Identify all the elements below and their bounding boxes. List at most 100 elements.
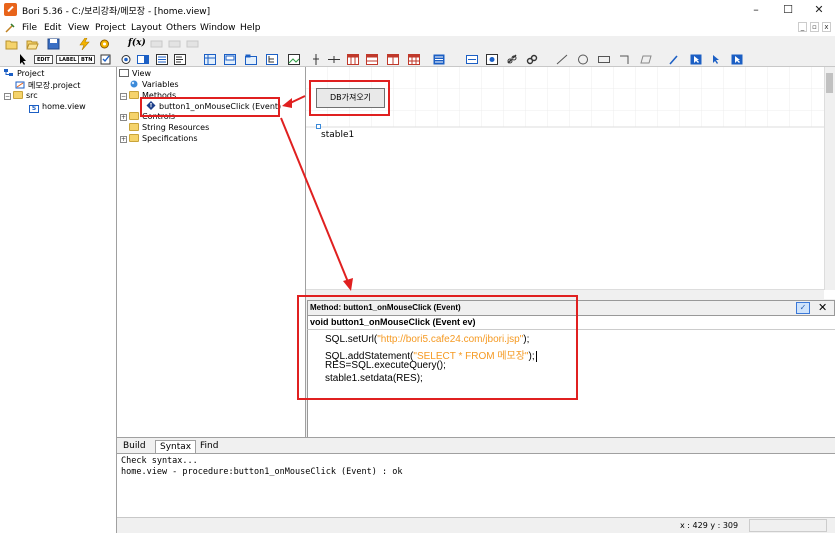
list-tool-icon[interactable] (156, 54, 168, 65)
menu-layout[interactable]: Layout (131, 23, 162, 33)
project-file-node[interactable]: 메모장.project (15, 80, 80, 91)
folder-icon (129, 123, 139, 131)
save-icon[interactable] (47, 38, 60, 50)
mdi-controls: _ ▫ x (795, 22, 831, 32)
radio-tool-icon[interactable] (120, 54, 132, 65)
open-folder-icon[interactable] (26, 38, 39, 50)
menu-bar: File Edit View Project Layout Others Win… (0, 20, 835, 36)
stable1-table[interactable]: stable1 (321, 130, 354, 140)
build-lightning-icon[interactable] (78, 38, 91, 50)
menu-file[interactable]: File (22, 23, 37, 33)
table-grid-icon[interactable] (408, 54, 420, 65)
minimize-button[interactable]: – (740, 0, 772, 20)
project-root-label: Project (17, 69, 45, 78)
specifications-label: Specifications (142, 134, 198, 143)
tab-tool-icon[interactable] (245, 54, 257, 65)
panel-tool-icon[interactable] (224, 54, 236, 65)
menu-project[interactable]: Project (95, 23, 126, 33)
grid-tool-icon[interactable] (204, 54, 216, 65)
close-button[interactable]: ✕ (803, 0, 835, 20)
project-icon (4, 69, 13, 76)
specifications-node[interactable]: + Specifications (120, 134, 198, 143)
annotation-box-code (297, 295, 578, 400)
mdi-minimize-button[interactable]: _ (798, 22, 807, 32)
cursor-select-icon[interactable] (690, 54, 702, 65)
src-folder-node[interactable]: − src (4, 91, 38, 100)
link-tool-icon[interactable] (506, 54, 518, 65)
folder-icon (129, 112, 139, 120)
view-icon (119, 69, 129, 77)
table-col-icon[interactable] (387, 54, 399, 65)
line-tool-icon[interactable] (556, 54, 568, 65)
tab-find[interactable]: Find (196, 440, 222, 454)
pointer-icon[interactable] (17, 54, 29, 65)
checkbox-tool-icon[interactable] (100, 54, 112, 65)
variables-label: Variables (142, 80, 179, 89)
disabled-tool-icon (186, 40, 199, 48)
zoom-select-icon[interactable] (731, 54, 743, 65)
check-syntax-button[interactable]: ✓ (796, 302, 810, 314)
ellipse-tool-icon[interactable] (577, 54, 589, 65)
multi-select-icon[interactable] (710, 54, 722, 65)
expand-toggle-icon[interactable]: + (120, 114, 127, 121)
expand-toggle-icon[interactable]: + (120, 136, 127, 143)
btn-tool-button[interactable]: BTN (78, 55, 96, 64)
menu-others[interactable]: Others (166, 23, 196, 33)
string-resources-node[interactable]: String Resources (129, 123, 209, 132)
window-title: Bori 5.36 - C:/보리강좌/메모장 - [home.view] (22, 7, 211, 17)
link2-tool-icon[interactable] (526, 54, 538, 65)
view-root-node[interactable]: View (119, 69, 151, 78)
function-button[interactable]: f(x) (128, 38, 146, 48)
new-folder-icon[interactable] (5, 38, 18, 50)
corner-line-icon[interactable] (619, 54, 631, 65)
close-method-button[interactable]: ✕ (818, 301, 827, 314)
parallelogram-icon[interactable] (640, 54, 652, 65)
menu-window[interactable]: Window (200, 23, 236, 33)
vertical-split-icon[interactable] (310, 54, 322, 65)
app-menu-icon[interactable] (5, 23, 15, 33)
image-tool-icon[interactable] (288, 54, 300, 65)
rectangle-tool-icon[interactable] (598, 54, 610, 65)
output-console: Check syntax... home.view - procedure:bu… (117, 453, 835, 517)
project-root-node[interactable]: Project (4, 69, 44, 78)
table-row-icon[interactable] (366, 54, 378, 65)
maximize-button[interactable]: ☐ (772, 0, 804, 20)
run-gear-icon[interactable] (98, 38, 111, 50)
menu-edit[interactable]: Edit (44, 23, 61, 33)
menu-view[interactable]: View (68, 23, 89, 33)
mdi-close-button[interactable]: x (822, 22, 831, 32)
horizontal-split-icon[interactable] (328, 54, 340, 65)
src-folder-label: src (26, 91, 38, 100)
collapse-toggle-icon[interactable]: − (4, 93, 11, 100)
table-tool-icon[interactable] (347, 54, 359, 65)
mdi-restore-button[interactable]: ▫ (810, 22, 819, 32)
view-file-node[interactable]: Shome.view (29, 102, 86, 113)
pen-tool-icon[interactable] (668, 54, 680, 65)
table-resize-handle[interactable] (316, 124, 321, 129)
view-file-icon: S (29, 105, 39, 113)
annotation-box-method (140, 97, 280, 117)
view-tree-panel: View Variables − Methods button1_onMouseC… (117, 67, 306, 437)
edit-tool-button[interactable]: EDIT (34, 55, 53, 64)
label-tool-button[interactable]: LABEL (56, 55, 80, 64)
menu-help[interactable]: Help (240, 23, 261, 33)
tab-syntax[interactable]: Syntax (155, 440, 197, 454)
output-line: home.view - procedure:button1_onMouseCli… (121, 467, 403, 477)
db-tool-icon[interactable] (486, 54, 498, 65)
form-tool-icon[interactable] (466, 54, 478, 65)
view-root-label: View (132, 69, 151, 78)
combo-tool-icon[interactable] (137, 54, 149, 65)
tree-tool-icon[interactable] (266, 54, 278, 65)
variables-node[interactable]: Variables (129, 80, 179, 89)
data-table-icon[interactable] (433, 54, 445, 65)
design-vertical-scrollbar[interactable] (824, 67, 835, 290)
tab-build[interactable]: Build (119, 440, 150, 454)
collapse-toggle-icon[interactable]: − (120, 93, 127, 100)
text-area-tool-icon[interactable] (174, 54, 186, 65)
folder-icon (129, 134, 139, 142)
main-toolbar: f(x) (0, 36, 835, 53)
output-line: Check syntax... (121, 456, 198, 466)
vertical-scroll-thumb[interactable] (826, 73, 833, 93)
folder-icon (129, 91, 139, 99)
output-tabs-bar: Build Syntax Find (117, 437, 835, 454)
